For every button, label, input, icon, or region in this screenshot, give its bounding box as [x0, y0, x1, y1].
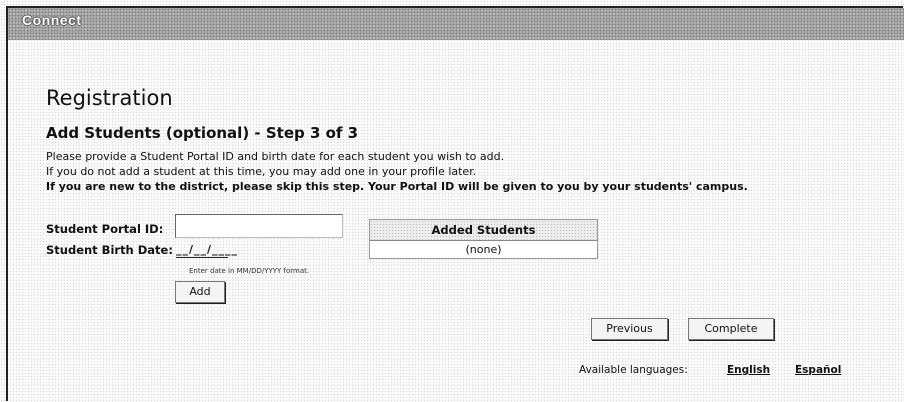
- previous-button[interactable]: Previous: [591, 318, 668, 340]
- portal-id-input[interactable]: [175, 214, 343, 238]
- app-logo: Connect: [22, 12, 82, 28]
- page-frame: [6, 6, 903, 401]
- instruction-line: If you do not add a student at this time…: [46, 165, 477, 178]
- language-link-espanol[interactable]: Español: [795, 364, 841, 376]
- birth-date-input[interactable]: __/__/____: [176, 243, 237, 258]
- page-title: Registration: [46, 86, 173, 110]
- added-students-header: Added Students: [370, 220, 597, 241]
- portal-id-label: Student Portal ID:: [46, 222, 164, 236]
- languages-label: Available languages:: [579, 364, 688, 376]
- step-heading: Add Students (optional) - Step 3 of 3: [46, 124, 359, 142]
- complete-button[interactable]: Complete: [688, 318, 774, 340]
- language-link-english[interactable]: English: [727, 364, 770, 376]
- header-bar: [8, 8, 904, 40]
- add-student-button[interactable]: Add: [175, 281, 225, 303]
- instruction-line: If you are new to the district, please s…: [46, 180, 748, 193]
- birth-date-hint: Enter date in MM/DD/YYYY format.: [189, 267, 310, 275]
- birth-date-label: Student Birth Date:: [46, 243, 173, 257]
- added-students-empty: (none): [465, 243, 502, 256]
- instruction-line: Please provide a Student Portal ID and b…: [46, 150, 505, 163]
- added-students-table: Added Students (none): [369, 219, 598, 259]
